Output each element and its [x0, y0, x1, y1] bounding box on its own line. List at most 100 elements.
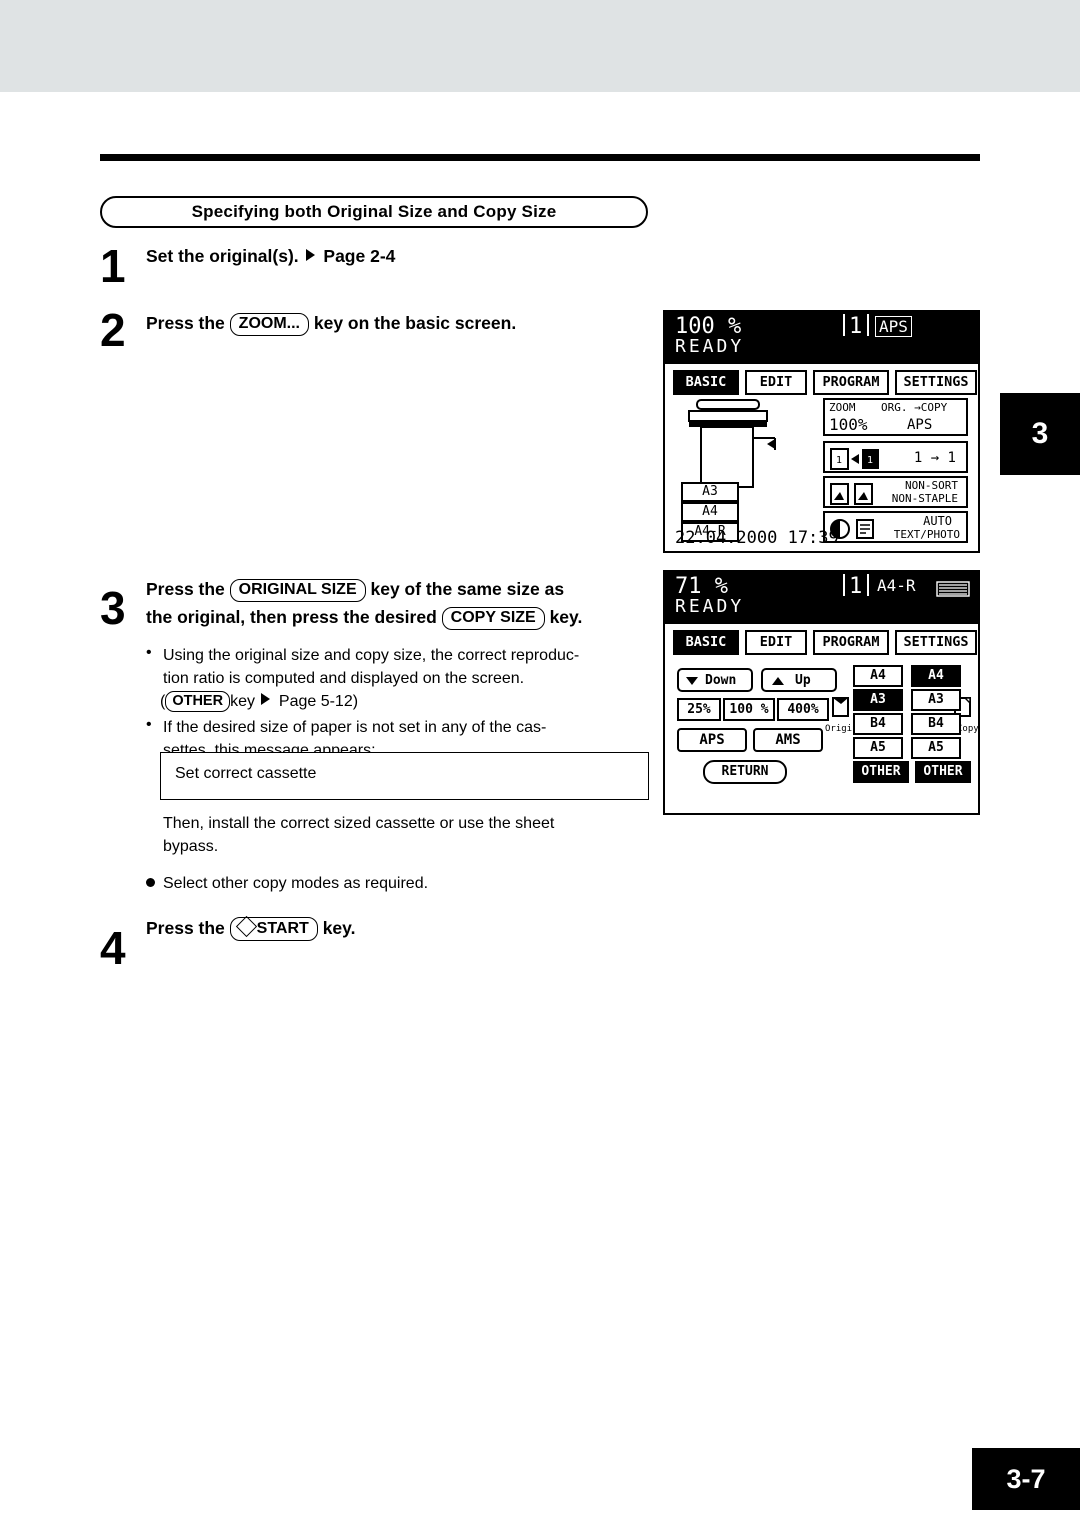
tab-program-2[interactable]: PROGRAM — [813, 630, 889, 655]
lcd-size-divider-1 — [843, 574, 845, 596]
copy-size-a5[interactable]: A5 — [911, 737, 961, 759]
note-after-box-line-2: bypass. — [163, 838, 219, 855]
duplex-icon: 1 1 — [830, 448, 879, 470]
zoom-key: ZOOM... — [229, 313, 309, 336]
note-1-line-2: tion ratio is computed and displayed on … — [163, 670, 525, 687]
start-key: START — [229, 915, 318, 941]
aps-button[interactable]: APS — [677, 728, 747, 752]
page-footer: 3-7 — [972, 1448, 1080, 1510]
original-size-a3[interactable]: A3 — [853, 689, 903, 711]
copy-size-a4[interactable]: A4 — [911, 665, 961, 687]
note-1-line-3: (OTHER key Page 5-12) — [160, 690, 620, 713]
copy-size-b4[interactable]: B4 — [911, 713, 961, 735]
duplex-value: 1 → 1 — [913, 450, 956, 466]
zoom-value: 100% — [829, 415, 868, 434]
lcd-basic-divider-2 — [867, 314, 869, 336]
up-arrow-icon — [771, 675, 785, 691]
page-number: 3-7 — [1006, 1464, 1046, 1494]
svg-text:1: 1 — [836, 455, 842, 466]
chapter-tab: 3 — [1000, 393, 1080, 475]
lcd-size-paper-mode: A4-R — [877, 576, 916, 595]
original-size-a4[interactable]: A4 — [853, 665, 903, 687]
step-3-line-2: the original, then press the desired COP… — [146, 604, 666, 630]
step-3-l1-after: key of the same size as — [370, 579, 565, 599]
tab-edit-2[interactable]: EDIT — [745, 630, 807, 655]
copy-size-key: COPY SIZE — [441, 607, 545, 630]
ratio-25-button[interactable]: 25% — [677, 698, 721, 721]
tab-settings[interactable]: SETTINGS — [895, 370, 977, 395]
message-box-text: Set correct cassette — [175, 765, 317, 782]
start-key-label: START — [256, 920, 309, 937]
disc-bullet-marker — [146, 878, 155, 887]
tab-settings-2[interactable]: SETTINGS — [895, 630, 977, 655]
lcd-basic-divider-1 — [843, 314, 845, 336]
cassette-a3[interactable]: A3 — [681, 482, 739, 502]
up-label: Up — [795, 673, 811, 688]
lcd-basic-status: READY — [675, 336, 745, 357]
note-1-page-ref: Page 5-12) — [278, 693, 359, 710]
copy-size-other[interactable]: OTHER — [915, 761, 971, 783]
original-size-b4[interactable]: B4 — [853, 713, 903, 735]
ratio-100-button[interactable]: 100 % — [723, 698, 775, 721]
down-arrow-icon — [685, 675, 699, 691]
step-1-instruction: Set the original(s). — [146, 246, 299, 266]
original-size-a5[interactable]: A5 — [853, 737, 903, 759]
other-key: OTHER — [165, 691, 231, 712]
lcd-size-statusbar: 71 % READY 1 A4-R — [665, 572, 978, 624]
return-button[interactable]: RETURN — [703, 760, 787, 784]
lcd-size-screen[interactable]: 71 % READY 1 A4-R BASIC EDIT PROGRAM SET… — [663, 570, 980, 815]
cassette-a4[interactable]: A4 — [681, 502, 739, 522]
chapter-tab-number: 3 — [1031, 417, 1049, 450]
ratio-400-button[interactable]: 400% — [777, 698, 829, 721]
up-button[interactable]: Up — [761, 668, 837, 692]
lcd-basic-tabs[interactable]: BASIC EDIT PROGRAM SETTINGS — [673, 370, 977, 395]
step-4-before: Press the — [146, 918, 225, 938]
step-4-after: key. — [322, 918, 356, 938]
original-size-other[interactable]: OTHER — [853, 761, 909, 783]
lcd-basic-statusbar: 100 % READY 1 APS — [665, 312, 978, 364]
step-2-text: Press the ZOOM... key on the basic scree… — [146, 310, 666, 336]
header-rule — [100, 154, 980, 161]
section-title-pill: Specifying both Original Size and Copy S… — [100, 196, 648, 228]
orgcopy-label: ORG. →COPY — [881, 401, 948, 414]
original-paper-icon — [832, 697, 849, 717]
finisher-panel[interactable]: NON-SORT NON-STAPLE — [823, 476, 968, 508]
step-2-instruction-after: key on the basic screen. — [313, 313, 517, 333]
page-header-band — [0, 0, 1080, 92]
tab-program[interactable]: PROGRAM — [813, 370, 889, 395]
bullet-2-marker: • — [146, 716, 152, 733]
lcd-basic-paper-mode: APS — [875, 316, 912, 337]
lcd-size-tabs[interactable]: BASIC EDIT PROGRAM SETTINGS — [673, 630, 977, 655]
paper-stack-icon — [936, 581, 970, 597]
copy-size-a3[interactable]: A3 — [911, 689, 961, 711]
step-3-line-1: Press the ORIGINAL SIZE key of the same … — [146, 576, 666, 602]
step-1-number: 1 — [100, 240, 126, 292]
down-button[interactable]: Down — [677, 668, 753, 692]
start-diamond-icon — [235, 915, 257, 938]
finisher-line-1: NON-SORT — [905, 479, 958, 492]
original-size-key: ORIGINAL SIZE — [229, 579, 366, 602]
lcd-basic-datetime: 22.04.2000 17:39 — [675, 528, 839, 548]
note-3: Select other copy modes as required. — [163, 875, 429, 892]
lcd-basic-count: 1 — [849, 314, 863, 339]
lcd-size-count: 1 — [849, 574, 863, 599]
tab-basic[interactable]: BASIC — [673, 370, 739, 395]
tab-basic-2[interactable]: BASIC — [673, 630, 739, 655]
note-after-box-line-1: Then, install the correct sized cassette… — [163, 815, 555, 832]
svg-text:1: 1 — [867, 455, 873, 466]
section-title: Specifying both Original Size and Copy S… — [191, 202, 557, 221]
lcd-size-divider-2 — [867, 574, 869, 596]
duplex-panel[interactable]: 1 → 1 1 1 — [823, 441, 968, 473]
arrow-right-icon-2 — [261, 693, 271, 705]
step-3-l2-before: the original, then press the desired — [146, 607, 437, 627]
ams-button[interactable]: AMS — [753, 728, 823, 752]
zoom-orgcopy-panel[interactable]: ZOOM 100% ORG. →COPY APS — [823, 398, 968, 436]
down-label: Down — [705, 673, 737, 688]
exposure-line-1: AUTO — [923, 514, 952, 528]
step-2-instruction-before: Press the — [146, 313, 225, 333]
note-1-line-1: Using the original size and copy size, t… — [163, 647, 580, 664]
sort-icon — [830, 483, 873, 505]
tab-edit[interactable]: EDIT — [745, 370, 807, 395]
exposure-panel[interactable]: AUTO TEXT/PHOTO — [823, 511, 968, 543]
lcd-basic-screen[interactable]: 100 % READY 1 APS BASIC EDIT PROGRAM SET… — [663, 310, 980, 553]
